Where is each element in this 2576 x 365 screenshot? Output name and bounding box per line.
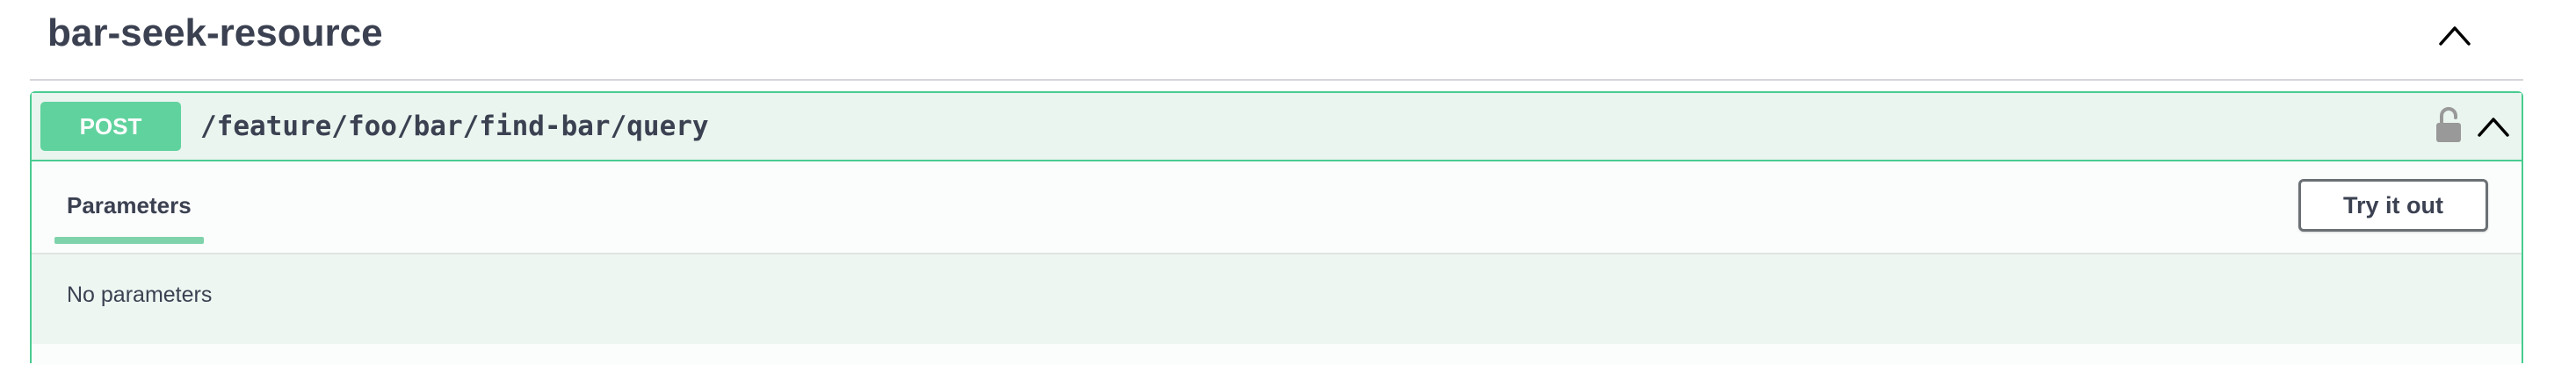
operation-summary[interactable]: POST /feature/foo/bar/find-bar/query — [32, 93, 2522, 161]
operation-path: /feature/foo/bar/find-bar/query — [200, 111, 709, 142]
tab-label: Parameters — [67, 192, 192, 218]
parameters-section-header: Parameters Try it out — [32, 161, 2522, 254]
method-badge: POST — [40, 102, 181, 151]
unlocked-padlock-icon[interactable] — [2434, 105, 2464, 144]
tag-title: bar-seek-resource — [47, 11, 383, 54]
chevron-up-icon[interactable] — [2476, 111, 2511, 142]
parameters-body: No parameters — [32, 254, 2522, 344]
responses-section-header — [32, 344, 2522, 365]
no-parameters-text: No parameters — [67, 283, 213, 307]
chevron-up-icon[interactable] — [2437, 19, 2472, 51]
active-tab-indicator — [54, 237, 204, 244]
operation-block-post: POST /feature/foo/bar/find-bar/query Par… — [30, 91, 2523, 365]
try-it-out-button[interactable]: Try it out — [2298, 179, 2488, 232]
tag-header-bar-seek-resource[interactable]: bar-seek-resource — [30, 0, 2523, 81]
tab-parameters[interactable]: Parameters — [54, 161, 204, 246]
